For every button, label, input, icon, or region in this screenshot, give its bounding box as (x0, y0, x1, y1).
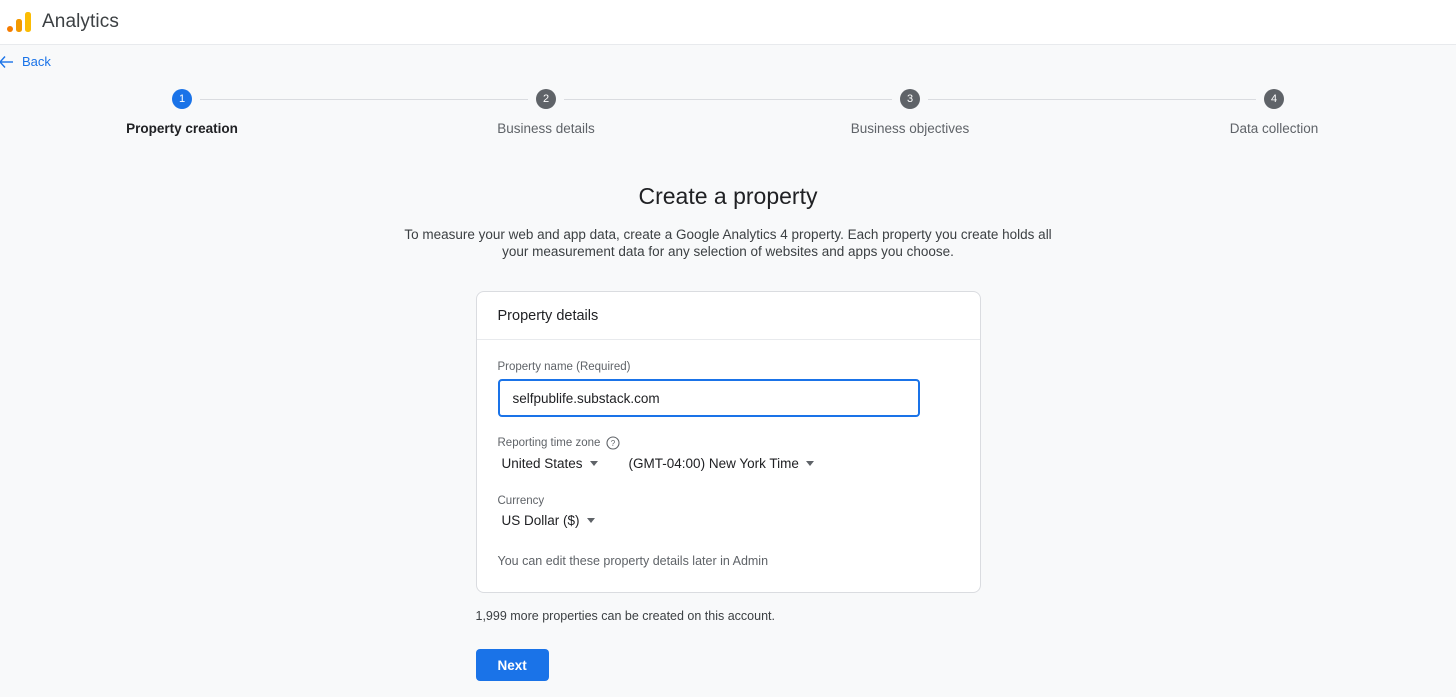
chevron-down-icon (590, 461, 598, 466)
actions-row: Next (476, 649, 981, 681)
product-name: Analytics (42, 11, 119, 33)
time-zone-label-text: Reporting time zone (498, 437, 601, 449)
step-number: 2 (536, 89, 556, 109)
time-zone-label: Reporting time zone ? (498, 436, 959, 450)
step-number: 3 (900, 89, 920, 109)
back-bar: Back (0, 45, 1456, 78)
back-label: Back (22, 54, 51, 69)
step-label: Data collection (1230, 121, 1319, 136)
next-button[interactable]: Next (476, 649, 549, 681)
chevron-down-icon (587, 518, 595, 523)
currency-selects: US Dollar ($) (498, 513, 959, 528)
country-select[interactable]: United States (502, 456, 598, 471)
step-number: 1 (172, 89, 192, 109)
page-description: To measure your web and app data, create… (403, 226, 1053, 260)
currency-field: Currency US Dollar ($) (498, 495, 959, 528)
time-zone-selects: United States (GMT-04:00) New York Time (498, 456, 959, 471)
card-body: Property name (Required) Reporting time … (477, 340, 980, 592)
back-button[interactable]: Back (0, 54, 51, 70)
step-label: Property creation (126, 121, 238, 136)
card-note: You can edit these property details late… (498, 554, 959, 568)
progress-stepper: 1 Property creation 2 Business details 3… (0, 89, 1456, 151)
quota-text: 1,999 more properties can be created on … (476, 609, 981, 623)
currency-label: Currency (498, 495, 959, 507)
help-circle-icon[interactable]: ? (606, 436, 620, 450)
property-name-label-text: Property name (Required) (498, 361, 631, 373)
currency-select-value: US Dollar ($) (502, 513, 580, 528)
property-name-input[interactable] (498, 379, 920, 417)
step-data-collection[interactable]: 4 Data collection (1092, 89, 1456, 136)
country-select-value: United States (502, 456, 583, 471)
svg-text:?: ? (611, 439, 616, 448)
property-name-label: Property name (Required) (498, 361, 959, 373)
step-property-creation[interactable]: 1 Property creation (0, 89, 364, 136)
page-title: Create a property (0, 183, 1456, 210)
step-business-objectives[interactable]: 3 Business objectives (728, 89, 1092, 136)
card-title: Property details (477, 292, 980, 340)
currency-label-text: Currency (498, 495, 545, 507)
currency-select[interactable]: US Dollar ($) (502, 513, 595, 528)
app-bar: Analytics (0, 0, 1456, 45)
arrow-left-icon (0, 54, 14, 70)
reporting-time-zone-field: Reporting time zone ? United States (GMT… (498, 436, 959, 471)
step-business-details[interactable]: 2 Business details (364, 89, 728, 136)
analytics-bars-icon (6, 10, 34, 34)
timezone-select-value: (GMT-04:00) New York Time (629, 456, 799, 471)
timezone-select[interactable]: (GMT-04:00) New York Time (629, 456, 814, 471)
chevron-down-icon (806, 461, 814, 466)
property-details-card: Property details Property name (Required… (476, 291, 981, 593)
step-label: Business details (497, 121, 595, 136)
step-label: Business objectives (851, 121, 970, 136)
step-number: 4 (1264, 89, 1284, 109)
